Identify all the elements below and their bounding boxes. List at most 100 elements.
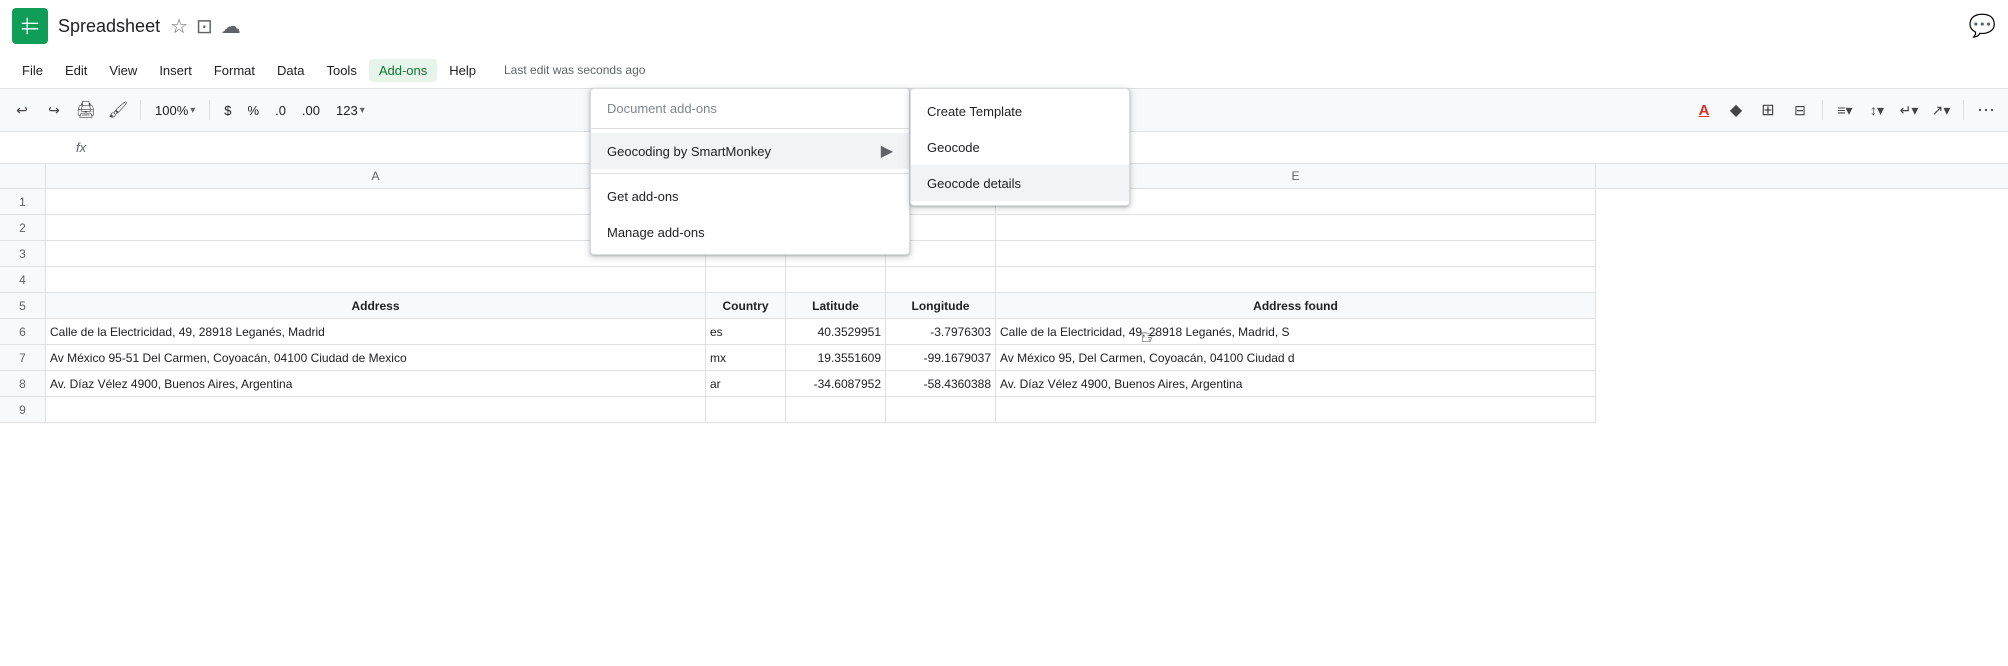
menu-help[interactable]: Help	[439, 59, 486, 82]
cell-a7[interactable]: Av México 95-51 Del Carmen, Coyoacán, 04…	[46, 345, 706, 371]
cloud-icon[interactable]: ☁	[221, 14, 241, 39]
toolbar-sep-4	[1963, 100, 1964, 120]
cell-c8[interactable]: -34.6087952	[786, 371, 886, 397]
decimal-less-button[interactable]: .0	[269, 101, 292, 120]
menu-data[interactable]: Data	[267, 59, 314, 82]
cell-b5[interactable]: Country	[706, 293, 786, 319]
cell-a9[interactable]	[46, 397, 706, 423]
cell-d8[interactable]: -58.4360388	[886, 371, 996, 397]
borders-button[interactable]: ⊞	[1754, 96, 1782, 124]
cell-e7[interactable]: Av México 95, Del Carmen, Coyoacán, 0410…	[996, 345, 1596, 371]
currency-button[interactable]: $	[218, 101, 237, 120]
cell-b4[interactable]	[706, 267, 786, 293]
table-row: 7 Av México 95-51 Del Carmen, Coyoacán, …	[0, 345, 2008, 371]
cell-e6[interactable]: Calle de la Electricidad, 49, 28918 Lega…	[996, 319, 1596, 345]
menu-insert[interactable]: Insert	[149, 59, 202, 82]
more-formats-arrow-icon: ▾	[360, 105, 365, 116]
cell-c4[interactable]	[786, 267, 886, 293]
menu-bar: File Edit View Insert Format Data Tools …	[0, 52, 2008, 88]
cell-e5[interactable]: Address found	[996, 293, 1596, 319]
cell-d6[interactable]: -3.7976303	[886, 319, 996, 345]
percent-icon: %	[248, 103, 260, 118]
cell-c9[interactable]	[786, 397, 886, 423]
row-num-3[interactable]: 3	[0, 241, 46, 267]
addons-menu-item-manage[interactable]: Manage add-ons	[591, 214, 909, 250]
cell-d9[interactable]	[886, 397, 996, 423]
menu-addons[interactable]: Add-ons	[369, 59, 437, 82]
text-color-button[interactable]: A	[1690, 96, 1718, 124]
table-row: 9	[0, 397, 2008, 423]
app-title: Spreadsheet	[58, 16, 160, 37]
cell-c5[interactable]: Latitude	[786, 293, 886, 319]
submenu-item-geocode[interactable]: Geocode	[911, 129, 1129, 165]
row-num-6[interactable]: 6	[0, 319, 46, 345]
menu-format[interactable]: Format	[204, 59, 265, 82]
row-num-8[interactable]: 8	[0, 371, 46, 397]
toolbar-right: A ◆ ⊞ ⊟ ≡▾ ↕▾ ↵▾ ↗▾ ⋯	[1690, 96, 2000, 124]
row-num-1[interactable]: 1	[0, 189, 46, 215]
addons-menu-item-geocoding[interactable]: Geocoding by SmartMonkey ▶	[591, 133, 909, 169]
menu-edit[interactable]: Edit	[55, 59, 97, 82]
dot00-label: .00	[302, 103, 320, 118]
cell-b9[interactable]	[706, 397, 786, 423]
cell-b7[interactable]: mx	[706, 345, 786, 371]
submenu-item-create-template[interactable]: Create Template	[911, 93, 1129, 129]
row-num-2[interactable]: 2	[0, 215, 46, 241]
cell-a5[interactable]: Address	[46, 293, 706, 319]
grid-wrapper: A B C D E 1 2	[0, 164, 2008, 666]
cell-e2[interactable]	[996, 215, 1596, 241]
cell-e9[interactable]	[996, 397, 1596, 423]
folder-icon[interactable]: ⊡	[196, 14, 213, 39]
row-num-5[interactable]: 5	[0, 293, 46, 319]
dollar-icon: $	[224, 103, 231, 118]
chat-icon[interactable]: 💬	[1969, 13, 1996, 39]
cell-d7[interactable]: -99.1679037	[886, 345, 996, 371]
title-icons: ☆ ⊡ ☁	[170, 14, 241, 39]
menu-tools[interactable]: Tools	[316, 59, 366, 82]
menu-separator-2	[591, 173, 909, 174]
geocode-details-label: Geocode details	[927, 176, 1021, 191]
menu-view[interactable]: View	[99, 59, 147, 82]
cell-d4[interactable]	[886, 267, 996, 293]
get-addons-label: Get add-ons	[607, 189, 679, 204]
rotate-button[interactable]: ↗▾	[1927, 96, 1955, 124]
submenu-item-geocode-details[interactable]: Geocode details	[911, 165, 1129, 201]
doc-addons-label: Document add-ons	[591, 93, 909, 124]
row-num-9[interactable]: 9	[0, 397, 46, 423]
cell-a8[interactable]: Av. Díaz Vélez 4900, Buenos Aires, Argen…	[46, 371, 706, 397]
zoom-arrow-icon: ▾	[190, 105, 195, 116]
print-button[interactable]: 🖨	[72, 96, 100, 124]
cell-e4[interactable]	[996, 267, 1596, 293]
cell-e3[interactable]	[996, 241, 1596, 267]
cell-a4[interactable]	[46, 267, 706, 293]
decimal-more-button[interactable]: .00	[296, 101, 326, 120]
row-num-corner	[0, 164, 46, 188]
wrap-button[interactable]: ↵▾	[1895, 96, 1923, 124]
zoom-selector[interactable]: 100% ▾	[149, 101, 201, 120]
undo-button[interactable]: ↩	[8, 96, 36, 124]
cell-c7[interactable]: 19.3551609	[786, 345, 886, 371]
cell-a6[interactable]: Calle de la Electricidad, 49, 28918 Lega…	[46, 319, 706, 345]
fill-color-button[interactable]: ◆	[1722, 96, 1750, 124]
row-num-7[interactable]: 7	[0, 345, 46, 371]
percent-button[interactable]: %	[242, 101, 266, 120]
toolbar-sep-2	[209, 100, 210, 120]
cell-e8[interactable]: Av. Díaz Vélez 4900, Buenos Aires, Argen…	[996, 371, 1596, 397]
cell-b8[interactable]: ar	[706, 371, 786, 397]
cell-b6[interactable]: es	[706, 319, 786, 345]
cell-d5[interactable]: Longitude	[886, 293, 996, 319]
title-bar: Spreadsheet ☆ ⊡ ☁ 💬	[0, 0, 2008, 52]
addons-menu-item-get[interactable]: Get add-ons	[591, 178, 909, 214]
halign-button[interactable]: ≡▾	[1831, 96, 1859, 124]
more-formats-button[interactable]: 123 ▾	[330, 101, 371, 120]
menu-file[interactable]: File	[12, 59, 53, 82]
merge-button[interactable]: ⊟	[1786, 96, 1814, 124]
row-num-4[interactable]: 4	[0, 267, 46, 293]
more-button[interactable]: ⋯	[1972, 96, 2000, 124]
cell-c6[interactable]: 40.3529951	[786, 319, 886, 345]
valign-button[interactable]: ↕▾	[1863, 96, 1891, 124]
star-icon[interactable]: ☆	[170, 14, 188, 39]
redo-button[interactable]: ↪	[40, 96, 68, 124]
addons-menu: Document add-ons Geocoding by SmartMonke…	[590, 88, 910, 255]
paint-format-button[interactable]: 🖌	[104, 96, 132, 124]
